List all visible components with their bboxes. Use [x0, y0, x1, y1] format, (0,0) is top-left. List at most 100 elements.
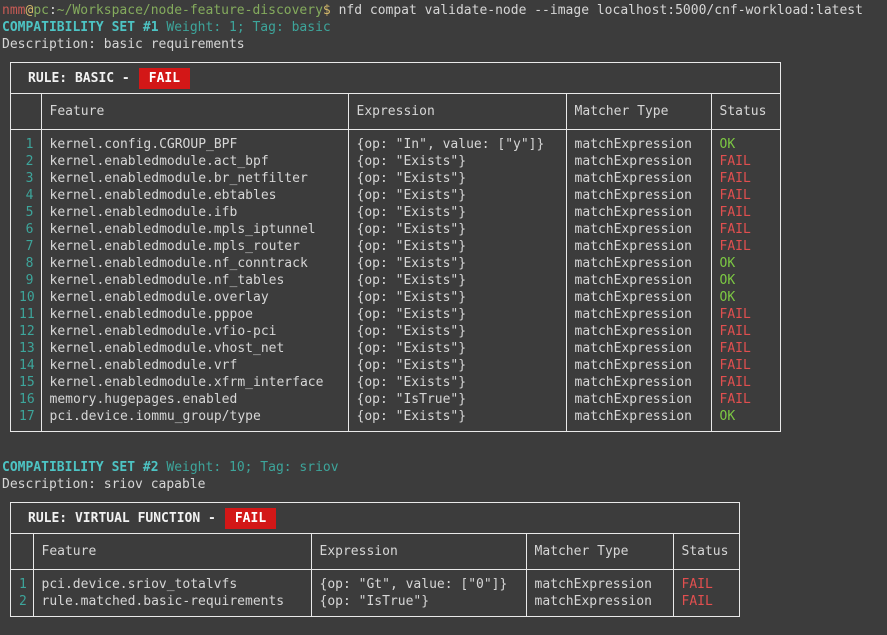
table-row: 12kernel.enabledmodule.vfio-pci{op: "Exi… [11, 323, 780, 340]
cell-num: 10 [11, 289, 41, 306]
table-header-row: Feature Expression Matcher Type Status [11, 94, 780, 130]
table-row: 4kernel.enabledmodule.ebtables{op: "Exis… [11, 187, 780, 204]
cell-num: 8 [11, 255, 41, 272]
cell-status: FAIL [673, 593, 739, 616]
cell-status: FAIL [711, 306, 780, 323]
cell-matcher: matchExpression [526, 593, 673, 616]
column-header-status: Status [673, 534, 739, 570]
status-badge: FAIL [139, 68, 190, 89]
compat-set-1-meta: Weight: 1; Tag: basic [159, 20, 331, 35]
cell-matcher: matchExpression [566, 204, 711, 221]
cell-status: OK [711, 272, 780, 289]
cell-num: 1 [11, 570, 33, 594]
column-header-index [11, 94, 41, 130]
prompt-dollar: $ [323, 3, 339, 18]
cell-feature: kernel.enabledmodule.br_netfilter [41, 170, 348, 187]
cell-expression: {op: "Exists"} [348, 340, 566, 357]
table-row: 10kernel.enabledmodule.overlay{op: "Exis… [11, 289, 780, 306]
cell-num: 11 [11, 306, 41, 323]
cell-status: FAIL [711, 238, 780, 255]
terminal-output: nmm@pc:~/Workspace/node-feature-discover… [0, 0, 887, 617]
prompt-host: pc [33, 3, 49, 18]
cell-num: 14 [11, 357, 41, 374]
cell-expression: {op: "Gt", value: ["0"]} [311, 570, 526, 594]
table-row: 1kernel.config.CGROUP_BPF{op: "In", valu… [11, 130, 780, 154]
cell-num: 7 [11, 238, 41, 255]
cell-num: 15 [11, 374, 41, 391]
table-row: 2rule.matched.basic-requirements{op: "Is… [11, 593, 739, 616]
cell-expression: {op: "IsTrue"} [311, 593, 526, 616]
cell-matcher: matchExpression [566, 255, 711, 272]
cell-expression: {op: "Exists"} [348, 255, 566, 272]
cell-feature: kernel.enabledmodule.act_bpf [41, 153, 348, 170]
prompt-line: nmm@pc:~/Workspace/node-feature-discover… [2, 2, 887, 19]
terminal-window[interactable]: { "prompt": { "user": "nmm", "at": "@", … [0, 0, 887, 635]
column-header-index [11, 534, 33, 570]
cell-expression: {op: "Exists"} [348, 374, 566, 391]
cell-expression: {op: "Exists"} [348, 204, 566, 221]
cell-status: OK [711, 130, 780, 154]
table-row: 14kernel.enabledmodule.vrf{op: "Exists"}… [11, 357, 780, 374]
cell-feature: pci.device.iommu_group/type [41, 408, 348, 431]
feature-table: Feature Expression Matcher Type Status 1… [11, 94, 780, 431]
cell-matcher: matchExpression [566, 357, 711, 374]
cell-matcher: matchExpression [566, 153, 711, 170]
cell-expression: {op: "Exists"} [348, 357, 566, 374]
column-header-feature: Feature [33, 534, 311, 570]
cell-status: FAIL [711, 391, 780, 408]
prompt-path: ~/Workspace/node-feature-discovery [57, 3, 323, 18]
cell-matcher: matchExpression [566, 391, 711, 408]
cell-num: 16 [11, 391, 41, 408]
cell-status: FAIL [711, 340, 780, 357]
cell-feature: kernel.config.CGROUP_BPF [41, 130, 348, 154]
table-row: 9kernel.enabledmodule.nf_tables{op: "Exi… [11, 272, 780, 289]
cell-feature: kernel.enabledmodule.ifb [41, 204, 348, 221]
cell-expression: {op: "Exists"} [348, 408, 566, 431]
cell-feature: pci.device.sriov_totalvfs [33, 570, 311, 594]
table-row: 8kernel.enabledmodule.nf_conntrack{op: "… [11, 255, 780, 272]
cell-status: FAIL [711, 187, 780, 204]
column-header-matcher-type: Matcher Type [566, 94, 711, 130]
cell-num: 12 [11, 323, 41, 340]
cell-status: FAIL [711, 153, 780, 170]
cell-feature: kernel.enabledmodule.pppoe [41, 306, 348, 323]
cell-expression: {op: "Exists"} [348, 221, 566, 238]
cell-expression: {op: "Exists"} [348, 306, 566, 323]
cell-expression: {op: "Exists"} [348, 238, 566, 255]
table-row: 6kernel.enabledmodule.mpls_iptunnel{op: … [11, 221, 780, 238]
cell-matcher: matchExpression [566, 170, 711, 187]
prompt-user: nmm [2, 3, 25, 18]
cell-expression: {op: "Exists"} [348, 272, 566, 289]
cell-feature: kernel.enabledmodule.overlay [41, 289, 348, 306]
cell-matcher: matchExpression [566, 130, 711, 154]
table-row: 1pci.device.sriov_totalvfs{op: "Gt", val… [11, 570, 739, 594]
column-header-feature: Feature [41, 94, 348, 130]
rule-title-basic: RULE: BASIC -FAIL [11, 63, 780, 94]
table-header-row: Feature Expression Matcher Type Status [11, 534, 739, 570]
cell-status: FAIL [711, 204, 780, 221]
table-row: 15kernel.enabledmodule.xfrm_interface{op… [11, 374, 780, 391]
table-row: 2kernel.enabledmodule.act_bpf{op: "Exist… [11, 153, 780, 170]
compat-set-2-meta: Weight: 10; Tag: sriov [159, 460, 339, 475]
cell-feature: memory.hugepages.enabled [41, 391, 348, 408]
cell-matcher: matchExpression [566, 221, 711, 238]
cell-num: 5 [11, 204, 41, 221]
rule-title-virtual-function: RULE: VIRTUAL FUNCTION -FAIL [11, 503, 739, 534]
cell-feature: rule.matched.basic-requirements [33, 593, 311, 616]
cell-status: FAIL [711, 374, 780, 391]
table-body-virtual-function: 1pci.device.sriov_totalvfs{op: "Gt", val… [11, 570, 739, 617]
cell-num: 17 [11, 408, 41, 431]
cell-status: OK [711, 289, 780, 306]
cell-matcher: matchExpression [566, 323, 711, 340]
column-header-expression: Expression [311, 534, 526, 570]
cell-feature: kernel.enabledmodule.nf_conntrack [41, 255, 348, 272]
cell-matcher: matchExpression [526, 570, 673, 594]
cell-expression: {op: "Exists"} [348, 187, 566, 204]
cell-matcher: matchExpression [566, 272, 711, 289]
cell-feature: kernel.enabledmodule.vhost_net [41, 340, 348, 357]
cell-expression: {op: "Exists"} [348, 170, 566, 187]
compat-set-1-description: Description: basic requirements [2, 36, 887, 53]
cell-status: FAIL [711, 357, 780, 374]
rule-label: RULE: VIRTUAL FUNCTION - [28, 510, 216, 527]
table-row: 13kernel.enabledmodule.vhost_net{op: "Ex… [11, 340, 780, 357]
